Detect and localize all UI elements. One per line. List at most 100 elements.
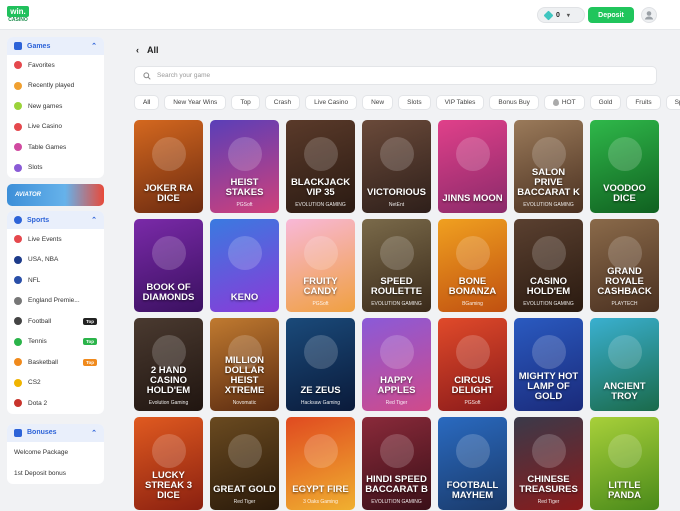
- chip-label: VIP Tables: [444, 99, 476, 106]
- search-input[interactable]: [157, 72, 457, 79]
- sidebar-item-table-games[interactable]: Table Games: [7, 137, 104, 158]
- game-provider: Novomatic: [232, 400, 257, 406]
- sidebar-item-usa-nba[interactable]: USA, NBA: [7, 250, 104, 271]
- sidebar-item-cs2[interactable]: CS2: [7, 373, 104, 394]
- chevron-down-icon: ▾: [566, 12, 570, 19]
- game-artwork: [531, 334, 566, 369]
- game-card[interactable]: BLACKJACK VIP 35 EVOLUTION GAMING: [286, 120, 355, 213]
- game-card[interactable]: KENO: [210, 219, 279, 312]
- sports-section-header[interactable]: Sports ⌃: [7, 211, 104, 229]
- game-card[interactable]: JOKER RA DICE: [134, 120, 203, 213]
- nfl-icon: [14, 276, 22, 285]
- game-card[interactable]: JINNS MOON: [438, 120, 507, 213]
- game-card[interactable]: EGYPT FIRE 3 Oaks Gaming: [286, 417, 355, 510]
- bonus-item-welcome-package[interactable]: Welcome Package: [7, 442, 104, 463]
- game-card[interactable]: 2 HAND CASINO HOLD'EM Evolution Gaming: [134, 318, 203, 411]
- game-card[interactable]: CHINESE TREASURES Red Tiger: [514, 417, 583, 510]
- bonus-item-1st-deposit-bonus[interactable]: 1st Deposit bonus: [7, 463, 104, 484]
- sidebar-item-label: England Premie...: [28, 297, 80, 305]
- sidebar-item-tennis[interactable]: Tennis Top: [7, 332, 104, 353]
- game-card[interactable]: MILLION DOLLAR HEIST XTREME Novomatic: [210, 318, 279, 411]
- game-artwork: [531, 235, 566, 270]
- chip-label: All: [143, 99, 151, 106]
- game-card[interactable]: HINDI SPEED BACCARAT B EVOLUTION GAMING: [362, 417, 431, 510]
- game-card[interactable]: FOOTBALL MAYHEM: [438, 417, 507, 510]
- aviator-banner[interactable]: AVIATOR: [7, 184, 104, 206]
- games-section-header[interactable]: Games ⌃: [7, 37, 104, 55]
- filter-chip-gold[interactable]: Gold: [589, 95, 622, 110]
- game-card[interactable]: GRAND ROYALE CASHBACK PLAYTECH: [590, 219, 659, 312]
- game-card[interactable]: SALON PRIVE BACCARAT K EVOLUTION GAMING: [514, 120, 583, 213]
- filter-chip-crash[interactable]: Crash: [264, 95, 301, 110]
- game-title: KENO: [230, 292, 259, 303]
- game-card[interactable]: BONE BONANZA BGaming: [438, 219, 507, 312]
- game-card[interactable]: HEIST STAKES PGSoft: [210, 120, 279, 213]
- sidebar-item-recently-played[interactable]: Recently played: [7, 76, 104, 97]
- game-card[interactable]: LITTLE PANDA: [590, 417, 659, 510]
- chip-label: Sport Ga: [674, 99, 680, 106]
- sidebar-item-live-casino[interactable]: Live Casino: [7, 117, 104, 138]
- game-card[interactable]: LUCKY STREAK 3 DICE: [134, 417, 203, 510]
- search-bar[interactable]: [134, 66, 657, 85]
- game-title: CHINESE TREASURES: [519, 474, 578, 495]
- new-icon: [14, 102, 22, 111]
- sports-section-title: Sports: [27, 216, 50, 224]
- game-artwork: [379, 235, 414, 270]
- filter-chip-hot[interactable]: HOT: [543, 95, 585, 110]
- game-card[interactable]: CIRCUS DELIGHT PGSoft: [438, 318, 507, 411]
- bonuses-section-header[interactable]: Bonuses ⌃: [7, 423, 104, 442]
- top-badge: Top: [83, 338, 97, 346]
- games-grid: JOKER RA DICE HEIST STAKES PGSoft BLACKJACK…: [134, 120, 680, 510]
- sidebar-item-live-events[interactable]: Live Events: [7, 229, 104, 250]
- sidebar-item-favorites[interactable]: Favorites: [7, 55, 104, 76]
- user-avatar-button[interactable]: [641, 7, 657, 23]
- game-card[interactable]: GREAT GOLD Red Tiger: [210, 417, 279, 510]
- sidebar-item-new-games[interactable]: New games: [7, 96, 104, 117]
- tennis-icon: [14, 337, 22, 346]
- game-artwork: [227, 433, 262, 468]
- sidebar-item-football[interactable]: Football Top: [7, 311, 104, 332]
- chip-label: New Year Wins: [173, 99, 218, 106]
- filter-chip-new-year-wins[interactable]: New Year Wins: [164, 95, 227, 110]
- filter-chip-slots[interactable]: Slots: [398, 95, 431, 110]
- filter-chip-all[interactable]: All: [134, 95, 160, 110]
- back-arrow-icon[interactable]: ‹: [136, 45, 139, 55]
- game-artwork: [303, 334, 338, 369]
- games-icon: [14, 42, 22, 50]
- filter-chip-top[interactable]: Top: [231, 95, 260, 110]
- nba-icon: [14, 255, 22, 264]
- game-card[interactable]: VOODOO DICE: [590, 120, 659, 213]
- game-card[interactable]: VICTORIOUS NetEnt: [362, 120, 431, 213]
- game-card[interactable]: FRUITY CANDY PGSoft: [286, 219, 355, 312]
- sidebar-item-nfl[interactable]: NFL: [7, 270, 104, 291]
- filter-chip-sport-ga[interactable]: Sport Ga: [665, 95, 680, 110]
- sidebar-item-label: Football: [28, 317, 52, 325]
- filter-chip-vip-tables[interactable]: VIP Tables: [435, 95, 485, 110]
- sidebar-item-dota-2[interactable]: Dota 2: [7, 393, 104, 414]
- game-card[interactable]: HAPPY APPLES Red Tiger: [362, 318, 431, 411]
- site-logo[interactable]: win. CASINO: [7, 6, 29, 23]
- game-title: HAPPY APPLES: [377, 375, 416, 396]
- game-card[interactable]: CASINO HOLD'EM EVOLUTION GAMING: [514, 219, 583, 312]
- deposit-button[interactable]: Deposit: [588, 7, 634, 23]
- game-card[interactable]: MIGHTY HOT LAMP OF GOLD: [514, 318, 583, 411]
- filter-chip-live-casino[interactable]: Live Casino: [305, 95, 358, 110]
- sidebar-item-england-premie[interactable]: England Premie...: [7, 291, 104, 312]
- sidebar-item-slots[interactable]: Slots: [7, 158, 104, 179]
- clock-icon: [14, 81, 22, 90]
- game-card[interactable]: ANCIENT TROY: [590, 318, 659, 411]
- sidebar-item-basketball[interactable]: Basketball Top: [7, 352, 104, 373]
- game-artwork: [151, 136, 186, 171]
- game-title: HINDI SPEED BACCARAT B: [365, 474, 428, 495]
- filter-chip-new[interactable]: New: [362, 95, 394, 110]
- filter-chip-bonus-buy[interactable]: Bonus Buy: [489, 95, 539, 110]
- game-card[interactable]: ZE ZEUS Hacksaw Gaming: [286, 318, 355, 411]
- sidebar-item-label: Recently played: [28, 82, 75, 90]
- bonuses-panel: Bonuses ⌃ Welcome Package 1st Deposit bon…: [7, 423, 104, 484]
- game-artwork: [151, 235, 186, 270]
- balance-dropdown[interactable]: 0 ▾: [537, 7, 585, 23]
- game-card[interactable]: BOOK OF DIAMONDS: [134, 219, 203, 312]
- game-card[interactable]: SPEED ROULETTE EVOLUTION GAMING: [362, 219, 431, 312]
- filter-chip-fruits[interactable]: Fruits: [626, 95, 661, 110]
- game-artwork: [379, 136, 414, 171]
